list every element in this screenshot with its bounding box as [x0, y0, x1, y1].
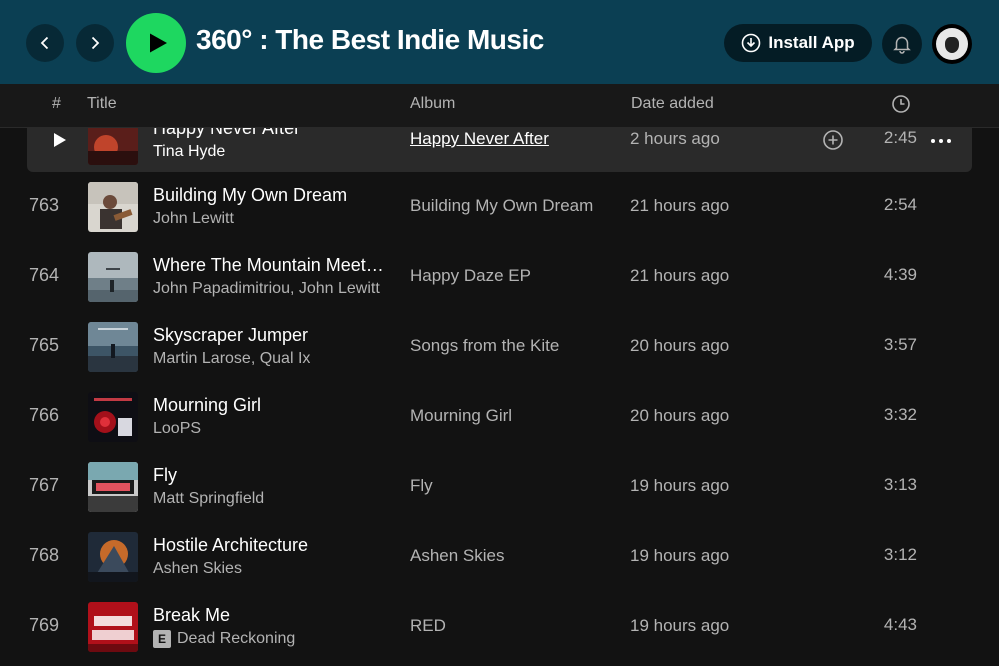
track-duration: 3:13: [883, 475, 917, 494]
track-title[interactable]: Building My Own Dream: [153, 185, 347, 206]
track-album[interactable]: RED: [410, 616, 446, 636]
track-row[interactable]: 767 Fly Matt Springfield Fly 19 hours ag…: [27, 455, 972, 519]
play-icon: [149, 33, 167, 53]
track-row[interactable]: 764 Where The Mountain Meets The Sea Joh…: [27, 245, 972, 309]
track-duration: 3:12: [883, 545, 917, 564]
avatar-image: [936, 28, 968, 60]
track-artist[interactable]: Matt Springfield: [153, 490, 264, 508]
notifications-button[interactable]: [882, 24, 922, 64]
track-artist[interactable]: E Dead Reckoning: [153, 630, 295, 648]
track-album[interactable]: Mourning Girl: [410, 406, 512, 426]
track-date-added: 2 hours ago: [630, 129, 720, 148]
play-icon[interactable]: [53, 132, 67, 148]
app-window: Happy Never After Tina Hyde Happy Never …: [0, 0, 999, 666]
track-row[interactable]: 768 Hostile Architecture Ashen Skies Ash…: [27, 525, 972, 589]
track-artist[interactable]: Tina Hyde: [153, 143, 225, 161]
album-cover: [88, 322, 138, 372]
track-date-added: 19 hours ago: [630, 616, 730, 635]
top-bar: 360° : The Best Indie Music Install App: [0, 0, 999, 84]
download-icon: [742, 33, 761, 53]
track-artist[interactable]: LooPS: [153, 420, 201, 438]
track-date-added: 19 hours ago: [630, 476, 730, 495]
track-title[interactable]: Skyscraper Jumper: [153, 325, 308, 346]
track-album[interactable]: Happy Daze EP: [410, 266, 531, 286]
track-album[interactable]: Building My Own Dream: [410, 196, 593, 216]
track-number: 767: [29, 475, 60, 495]
install-app-button[interactable]: Install App: [724, 24, 872, 62]
add-to-library-icon[interactable]: [822, 129, 844, 151]
explicit-badge: E: [153, 630, 171, 648]
track-duration: 3:32: [883, 405, 917, 424]
track-album[interactable]: Songs from the Kite: [410, 336, 559, 356]
track-artist[interactable]: Ashen Skies: [153, 560, 242, 578]
track-row[interactable]: 765 Skyscraper Jumper Martin Larose, Qua…: [27, 315, 972, 379]
track-number: 764: [29, 265, 60, 285]
track-row[interactable]: 766 Mourning Girl LooPS Mourning Girl 20…: [27, 385, 972, 449]
track-title[interactable]: Break Me: [153, 605, 230, 626]
track-title[interactable]: Fly: [153, 465, 177, 486]
track-title[interactable]: Hostile Architecture: [153, 535, 308, 556]
track-album[interactable]: Ashen Skies: [410, 546, 505, 566]
chevron-right-icon: [91, 36, 100, 50]
album-cover: [88, 462, 138, 512]
track-number: 769: [29, 615, 60, 635]
back-button[interactable]: [26, 24, 64, 62]
track-row[interactable]: 769 Break Me E Dead Reckoning RED 19 hou…: [27, 595, 972, 659]
column-number: #: [52, 95, 61, 112]
tracklist-column-header: # Title Album Date added: [0, 84, 999, 128]
track-number: 766: [29, 405, 60, 425]
column-album[interactable]: Album: [410, 95, 455, 113]
track-date-added: 20 hours ago: [630, 336, 730, 355]
track-date-added: 20 hours ago: [630, 406, 730, 425]
track-title[interactable]: Mourning Girl: [153, 395, 261, 416]
track-date-added: 19 hours ago: [630, 546, 730, 565]
column-title[interactable]: Title: [87, 95, 117, 113]
track-date-added: 21 hours ago: [630, 266, 730, 285]
track-artist[interactable]: Martin Larose, Qual Ix: [153, 350, 310, 368]
track-number: 765: [29, 335, 60, 355]
album-cover: [88, 392, 138, 442]
track-date-added: 21 hours ago: [630, 196, 730, 215]
track-duration: 2:54: [883, 195, 917, 214]
track-duration: 4:39: [883, 265, 917, 284]
album-cover: [88, 182, 138, 232]
album-cover: [88, 532, 138, 582]
chevron-left-icon: [40, 36, 49, 50]
install-app-label: Install App: [768, 33, 855, 52]
track-duration: 3:57: [883, 335, 917, 354]
more-options-icon[interactable]: [930, 138, 952, 144]
track-artist[interactable]: John Papadimitriou, John Lewitt: [153, 280, 380, 298]
track-number: 768: [29, 545, 60, 565]
track-artist[interactable]: John Lewitt: [153, 210, 234, 228]
forward-button[interactable]: [76, 24, 114, 62]
clock-icon[interactable]: [891, 94, 911, 119]
track-album[interactable]: Happy Never After: [410, 129, 549, 149]
album-cover: [88, 252, 138, 302]
playlist-title: 360° : The Best Indie Music: [196, 24, 544, 55]
track-duration: 4:43: [883, 615, 917, 634]
track-title[interactable]: Where The Mountain Meets The Sea: [153, 255, 385, 276]
track-number: 763: [29, 195, 60, 215]
bell-icon: [893, 36, 911, 54]
track-duration: 2:45: [883, 128, 917, 147]
album-cover: [88, 602, 138, 652]
track-album[interactable]: Fly: [410, 476, 433, 496]
column-date-added[interactable]: Date added: [631, 95, 714, 113]
track-row[interactable]: 763 Building My Own Dream John Lewitt Bu…: [27, 175, 972, 239]
user-avatar-button[interactable]: [932, 24, 972, 64]
play-playlist-button[interactable]: [126, 13, 186, 73]
